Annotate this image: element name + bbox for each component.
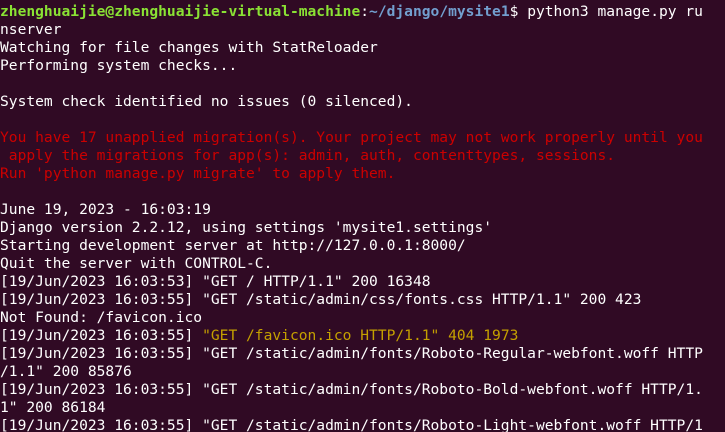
command-text: python3 manage.py ru <box>527 3 703 20</box>
log-line: [19/Jun/2023 16:03:53] "GET / HTTP/1.1" … <box>0 273 431 290</box>
command-text-wrap: nserver <box>0 21 62 38</box>
log-line-wrap: /1.1" 200 85876 <box>0 363 132 380</box>
migration-warning-line-3: Run 'python manage.py migrate' to apply … <box>0 165 396 182</box>
log-line: [19/Jun/2023 16:03:55] "GET /static/admi… <box>0 417 703 432</box>
output-watching: Watching for file changes with StatReloa… <box>0 39 378 56</box>
prompt-path: ~/django/mysite1 <box>369 3 510 20</box>
log-line: [19/Jun/2023 16:03:55] "GET /static/admi… <box>0 381 703 398</box>
prompt-line: zhenghuaijie@zhenghuaijie-virtual-machin… <box>0 3 725 21</box>
terminal-output[interactable]: zhenghuaijie@zhenghuaijie-virtual-machin… <box>0 0 725 432</box>
output-django-version: Django version 2.2.12, using settings 'm… <box>0 219 493 236</box>
prompt-dollar: $ <box>509 3 528 20</box>
output-quit-hint: Quit the server with CONTROL-C. <box>0 255 273 272</box>
prompt-separator: : <box>360 3 370 20</box>
log-timestamp: [19/Jun/2023 16:03:55] <box>0 327 203 344</box>
log-line-wrap: 1" 200 86184 <box>0 399 106 416</box>
log-line: [19/Jun/2023 16:03:55] "GET /static/admi… <box>0 345 703 362</box>
prompt-user-host: zhenghuaijie@zhenghuaijie-virtual-machin… <box>0 3 361 20</box>
output-server-start: Starting development server at http://12… <box>0 237 466 254</box>
output-checks: Performing system checks... <box>0 57 238 74</box>
log-line: [19/Jun/2023 16:03:55] "GET /static/admi… <box>0 291 642 308</box>
migration-warning-line-2: apply the migrations for app(s): admin, … <box>0 147 616 164</box>
output-check-result: System check identified no issues (0 sil… <box>0 93 413 110</box>
log-line-not-found: Not Found: /favicon.ico <box>0 309 203 326</box>
log-404-request: "GET /favicon.ico HTTP/1.1" 404 1973 <box>202 327 519 344</box>
log-line-404: [19/Jun/2023 16:03:55] "GET /favicon.ico… <box>0 327 725 345</box>
migration-warning-line-1: You have 17 unapplied migration(s). Your… <box>0 129 703 146</box>
output-datetime: June 19, 2023 - 16:03:19 <box>0 201 211 218</box>
